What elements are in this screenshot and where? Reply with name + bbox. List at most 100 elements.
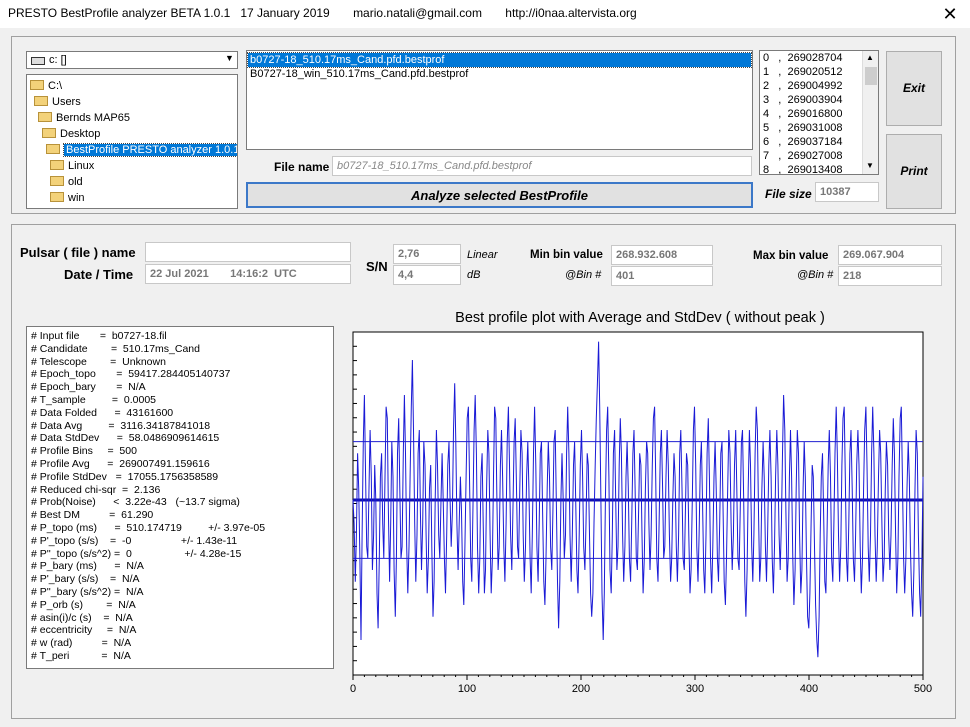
info-line: # P_bary (ms) = N/A xyxy=(31,560,144,573)
folder-item[interactable]: C:\ xyxy=(27,78,237,94)
folder-open-icon xyxy=(42,128,56,138)
min-bin-value: 268.932.608 xyxy=(611,245,713,265)
folder-label: old xyxy=(68,176,83,188)
folder-item[interactable]: Linux xyxy=(27,158,237,174)
exit-button[interactable]: Exit xyxy=(886,51,942,126)
max-bin-at-label: @Bin # xyxy=(797,269,834,281)
info-line: # P_topo (ms) = 510.174719 +/- 3.97e-05 xyxy=(31,521,266,534)
bestprof-info-box: # Input file = b0727-18.fil # Candidate =… xyxy=(26,326,334,669)
folder-icon xyxy=(50,160,64,170)
info-line: # Reduced chi-sqr = 2.136 xyxy=(31,483,161,496)
info-line: # P''_bary (s/s^2) = N/A xyxy=(31,585,144,598)
info-line: # Telescope = Unknown xyxy=(31,355,166,368)
folder-list[interactable]: C:\ Users Bernds MAP65 Desktop BestProfile P… xyxy=(26,74,238,209)
folder-item[interactable]: Desktop xyxy=(27,126,237,142)
pulsar-name-field xyxy=(145,242,351,262)
info-line: # P'_bary (s/s) = N/A xyxy=(31,573,140,586)
chart-title: Best profile plot with Average and StdDe… xyxy=(455,310,825,326)
x-tick-label: 100 xyxy=(458,683,476,695)
info-line: # Profile Avg = 269007491.159616 xyxy=(31,457,210,470)
drive-select[interactable]: c: [] ▼ xyxy=(26,51,238,69)
folder-open-icon xyxy=(38,112,52,122)
bin-value-item[interactable]: 1 , 269020512 xyxy=(760,65,878,79)
file-item[interactable]: b0727-18_510.17ms_Cand.pfd.bestprof xyxy=(247,52,752,68)
folder-label: Bernds MAP65 xyxy=(56,112,130,124)
print-button[interactable]: Print xyxy=(886,134,942,209)
info-line: # Profile Bins = 500 xyxy=(31,445,137,458)
x-tick-label: 500 xyxy=(914,683,932,695)
bin-values-list[interactable]: 0 , 269028704 1 , 269020512 2 , 269004992 3… xyxy=(759,50,879,175)
drive-value: c: [] xyxy=(49,54,67,66)
info-line: # Data StdDev = 58.0486909614615 xyxy=(31,432,220,445)
file-item[interactable]: B0727-18_win_510.17ms_Cand.pfd.bestprof xyxy=(248,67,751,81)
x-tick-label: 400 xyxy=(800,683,818,695)
folder-label: BestProfile PRESTO analyzer 1.0.1.e xyxy=(63,143,237,157)
file-list[interactable]: b0727-18_510.17ms_Cand.pfd.bestprof B0727… xyxy=(246,50,753,150)
folder-item[interactable]: BestProfile PRESTO analyzer 1.0.1.e xyxy=(27,142,237,158)
min-bin-at-label: @Bin # xyxy=(565,269,602,281)
max-bin-label: Max bin value xyxy=(753,250,829,262)
sn-linear-label: Linear xyxy=(467,249,498,261)
max-bin-value: 269.067.904 xyxy=(838,245,942,265)
folder-open-icon xyxy=(34,96,48,106)
folder-open-icon xyxy=(46,144,60,154)
file-name-label: File name xyxy=(274,160,330,174)
bin-value-item[interactable]: 0 , 269028704 xyxy=(760,51,878,65)
folder-label: C:\ xyxy=(48,80,63,92)
info-line: # Data Folded = 43161600 xyxy=(31,406,174,419)
folder-item[interactable]: old xyxy=(27,174,237,190)
x-tick-label: 0 xyxy=(350,683,356,695)
bin-value-item[interactable]: 4 , 269016800 xyxy=(760,107,878,121)
bin-value-item[interactable]: 7 , 269027008 xyxy=(760,149,878,163)
file-name-field[interactable]: b0727-18_510.17ms_Cand.pfd.bestprof xyxy=(332,156,752,176)
folder-item[interactable]: Users xyxy=(27,94,237,110)
profile-chart: 0 100 200 300 400 500 xyxy=(350,331,932,695)
info-line: # Epoch_topo = 59417.284405140737 xyxy=(31,368,231,381)
scroll-up-icon[interactable]: ▲ xyxy=(866,53,874,62)
info-line: # Epoch_bary = N/A xyxy=(31,381,146,394)
date-time-field: 22 Jul 2021 14:16:2 UTC xyxy=(145,264,351,284)
drive-icon xyxy=(31,57,45,65)
sn-db-label: dB xyxy=(467,269,481,281)
info-line: # P_orb (s) = N/A xyxy=(31,598,136,611)
bin-value-item[interactable]: 8 , 269013408 xyxy=(760,163,878,174)
info-line: # Candidate = 510.17ms_Cand xyxy=(31,342,200,355)
folder-icon xyxy=(50,176,64,186)
info-line: # Prob(Noise) < 3.22e-43 (~13.7 sigma) xyxy=(31,496,240,509)
info-line: # asin(i)/c (s) = N/A xyxy=(31,611,133,624)
folder-label: Users xyxy=(52,96,81,108)
folder-item[interactable]: win xyxy=(27,190,237,206)
folder-label: Desktop xyxy=(60,128,101,140)
file-size-field: 10387 xyxy=(815,182,879,202)
sn-label: S/N xyxy=(366,259,388,274)
analyze-button[interactable]: Analyze selected BestProfile xyxy=(246,182,753,208)
info-line: # Best DM = 61.290 xyxy=(31,509,154,522)
min-bin-label: Min bin value xyxy=(530,249,603,261)
folder-label: Linux xyxy=(68,160,95,172)
scroll-thumb[interactable] xyxy=(865,67,877,85)
folder-item[interactable]: Bernds MAP65 xyxy=(27,110,237,126)
window-title: PRESTO BestProfile analyzer BETA 1.0.1 1… xyxy=(8,6,637,20)
info-line: # P''_topo (s/s^2) = 0 +/- 4.28e-15 xyxy=(31,547,242,560)
bin-value-item[interactable]: 3 , 269003904 xyxy=(760,93,878,107)
info-line: # Data Avg = 3116.34187841018 xyxy=(31,419,211,432)
bin-value-item[interactable]: 5 , 269031008 xyxy=(760,121,878,135)
min-bin-at-value: 401 xyxy=(611,266,713,286)
sn-linear-field: 2,76 xyxy=(393,244,461,264)
bin-value-item[interactable]: 2 , 269004992 xyxy=(760,79,878,93)
bin-list-scrollbar[interactable]: ▲ ▼ xyxy=(862,51,878,174)
pulsar-name-label: Pulsar ( file ) name xyxy=(20,245,136,260)
max-bin-at-value: 218 xyxy=(838,266,942,286)
info-line: # w (rad) = N/A xyxy=(31,637,132,650)
scroll-down-icon[interactable]: ▼ xyxy=(866,161,874,170)
date-time-label: Date / Time xyxy=(64,267,134,282)
title-bar: PRESTO BestProfile analyzer BETA 1.0.1 1… xyxy=(0,0,970,28)
info-line: # eccentricity = N/A xyxy=(31,624,137,637)
folder-icon xyxy=(50,192,64,202)
chevron-down-icon: ▼ xyxy=(225,53,234,63)
file-size-label: File size xyxy=(765,187,812,201)
x-tick-label: 200 xyxy=(572,683,590,695)
close-button[interactable]: ✕ xyxy=(935,2,965,26)
info-line: # T_sample = 0.0005 xyxy=(31,393,157,406)
bin-value-item[interactable]: 6 , 269037184 xyxy=(760,135,878,149)
